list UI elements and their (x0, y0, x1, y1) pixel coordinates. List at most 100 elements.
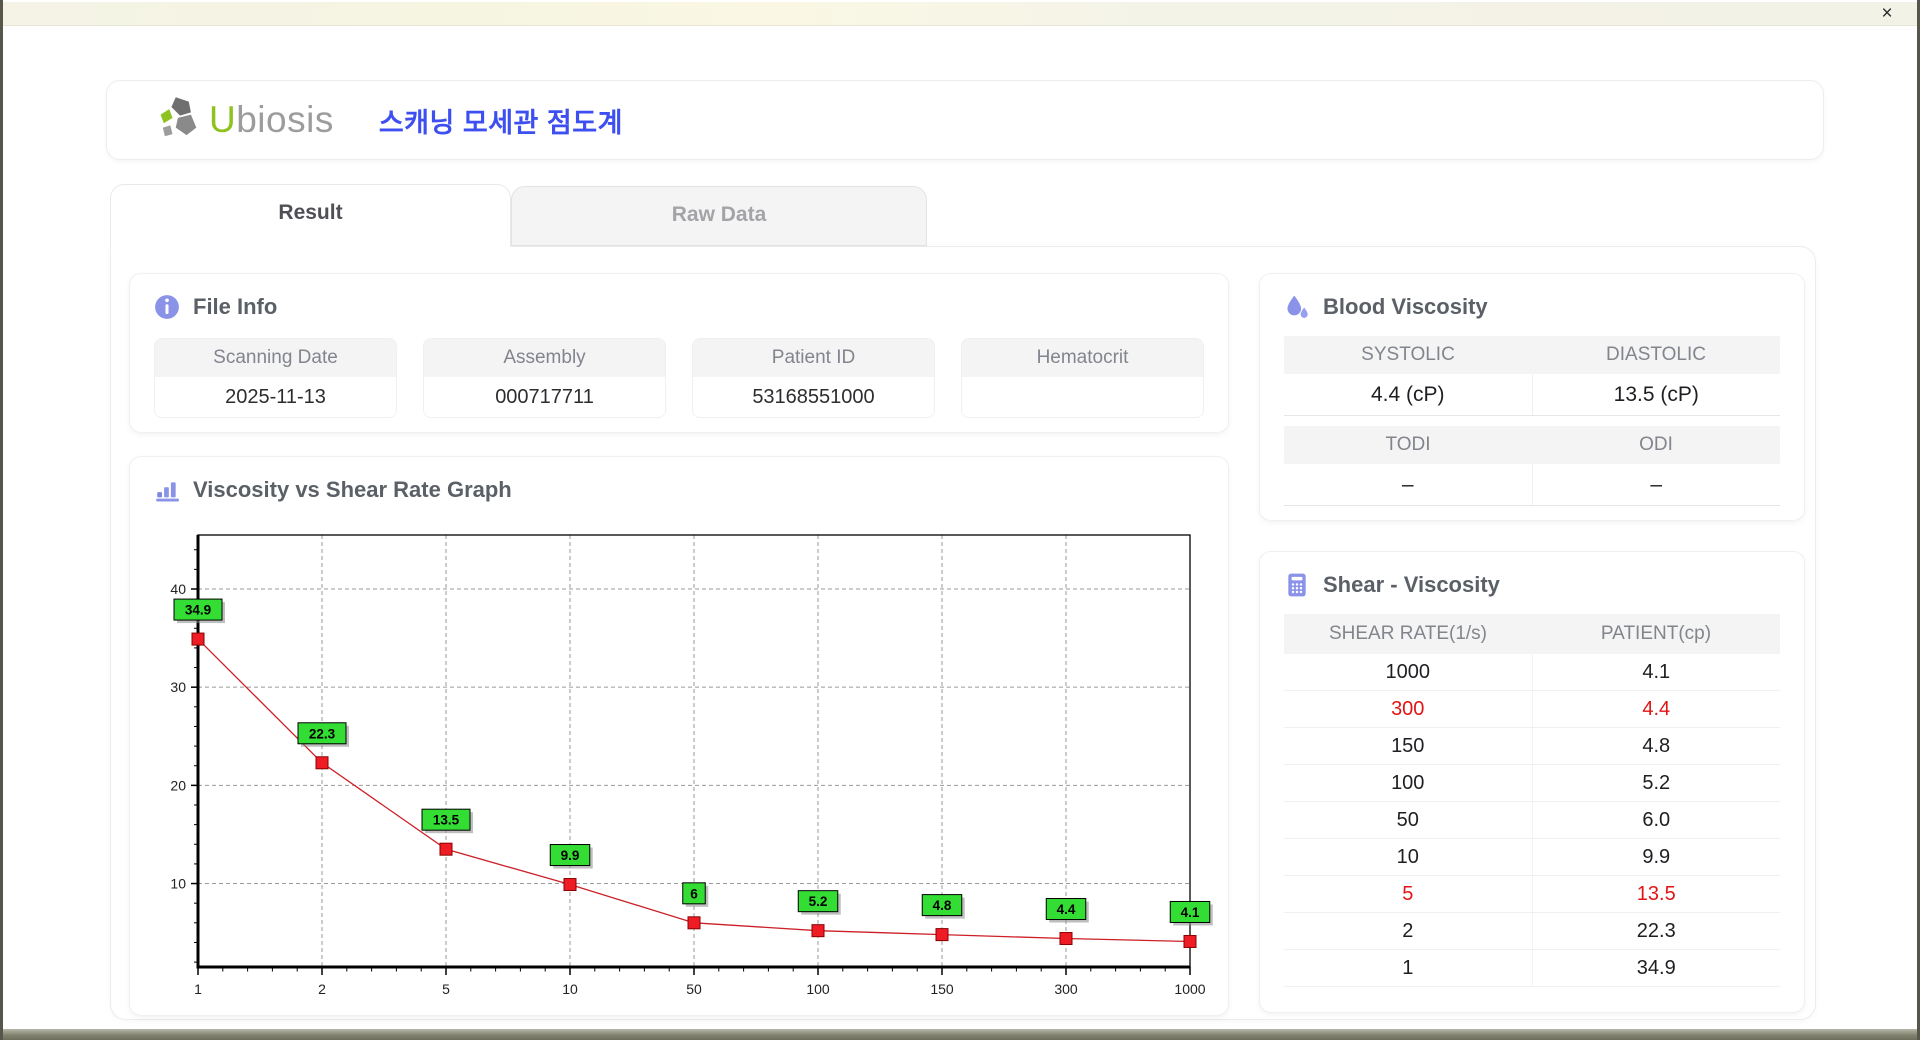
bar-chart-icon (156, 482, 179, 502)
sv-header-cell: PATIENT(cp) (1600, 623, 1712, 644)
point-label: 22.3 (309, 726, 336, 741)
x-tick-label: 2 (318, 981, 326, 997)
file-info-field: Patient ID 53168551000 (692, 338, 935, 418)
sv-header-row: SHEAR RATE(1/s) PATIENT(cp) (1284, 614, 1780, 654)
patient-value-cell: 9.9 (1642, 846, 1671, 868)
table-row: 1000 4.1 (1284, 654, 1780, 691)
point-label: 5.2 (809, 894, 828, 909)
x-tick-label: 5 (442, 981, 450, 997)
table-row: 50 6.0 (1284, 802, 1780, 839)
table-row: 300 4.4 (1284, 691, 1780, 728)
ubiosis-logo-icon (160, 97, 197, 137)
bv-header-cell: SYSTOLIC (1361, 344, 1455, 365)
file-info-card: File Info Scanning Date 2025-11-13 Assembl… (129, 273, 1229, 433)
file-info-field: Scanning Date 2025-11-13 (154, 338, 397, 418)
shear-rate-cell: 300 (1284, 691, 1533, 727)
x-tick-label: 300 (1054, 981, 1078, 997)
point-label: 13.5 (433, 813, 460, 828)
graph-title: Viscosity vs Shear Rate Graph (193, 477, 512, 502)
shear-rate-cell: 100 (1284, 765, 1533, 801)
field-value: 2025-11-13 (155, 377, 396, 417)
bv-header-cell: ODI (1639, 434, 1673, 455)
y-tick-label: 30 (170, 679, 186, 695)
shear-rate-cell: 2 (1284, 913, 1533, 949)
tab-raw-data[interactable]: Raw Data (511, 186, 927, 246)
file-info-field: Hematocrit (961, 338, 1204, 418)
x-tick-label: 100 (806, 981, 830, 997)
x-tick-label: 150 (930, 981, 954, 997)
patient-value-cell: 4.1 (1642, 661, 1671, 683)
table-row: 150 4.8 (1284, 728, 1780, 765)
window-bottom-border (3, 1029, 1917, 1040)
point-label: 34.9 (185, 603, 211, 618)
file-info-field: Assembly 000717711 (423, 338, 666, 418)
sv-header-cell: SHEAR RATE(1/s) (1328, 623, 1487, 644)
y-tick-label: 20 (170, 777, 186, 793)
bv-value-row: – – (1284, 464, 1780, 506)
point-label: 4.1 (1181, 905, 1200, 920)
chart-point (687, 916, 701, 930)
table-row: 5 13.5 (1284, 876, 1780, 913)
blood-viscosity-title: Blood Viscosity (1323, 294, 1488, 319)
field-label: Patient ID (693, 339, 934, 377)
chart-point (811, 924, 825, 938)
point-label: 9.9 (561, 848, 580, 863)
table-row: 2 22.3 (1284, 913, 1780, 950)
shear-rate-cell: 50 (1284, 802, 1533, 838)
shear-rate-cell: 1 (1284, 950, 1533, 986)
patient-value-cell: 6.0 (1642, 809, 1671, 831)
field-label: Hematocrit (962, 339, 1203, 377)
shear-rate-cell: 10 (1284, 839, 1533, 875)
file-info-fields: Scanning Date 2025-11-13 Assembly 000717711… (154, 338, 1204, 418)
bv-value-row: 4.4 (cP) 13.5 (cP) (1284, 374, 1780, 416)
table-row: 10 9.9 (1284, 839, 1780, 876)
ubiosis-logo: Ubiosis (153, 94, 334, 146)
field-label: Scanning Date (155, 339, 396, 377)
close-icon[interactable]: × (1875, 3, 1899, 25)
patient-value-cell: 22.3 (1636, 920, 1676, 942)
x-tick-label: 50 (686, 981, 702, 997)
patient-value-cell: 5.2 (1642, 772, 1671, 794)
shear-viscosity-table: SHEAR RATE(1/s) PATIENT(cp) 1000 4.1 300 4.4 1… (1284, 614, 1780, 987)
chart-point (191, 632, 205, 646)
logo-text: Ubiosis (209, 99, 334, 140)
y-tick-label: 10 (170, 876, 186, 892)
shear-viscosity-title: Shear - Viscosity (1323, 572, 1500, 597)
shear-rate-cell: 150 (1284, 728, 1533, 764)
bv-value-cell: – (1284, 464, 1533, 505)
x-tick-label: 10 (562, 981, 578, 997)
point-label: 4.8 (933, 898, 952, 913)
bv-header-row: TODI ODI (1284, 426, 1780, 464)
field-value: 53168551000 (693, 377, 934, 417)
point-label: 4.4 (1057, 902, 1076, 917)
bv-value-cell: 4.4 (cP) (1284, 374, 1533, 415)
app-window: × Ubiosis 스캐닝 모세관 점도계 Result Raw Data Fi… (0, 0, 1920, 1040)
bv-header-cell: DIASTOLIC (1606, 344, 1706, 365)
patient-value-cell: 4.8 (1642, 735, 1671, 757)
y-tick-label: 40 (170, 581, 186, 597)
result-panel: File Info Scanning Date 2025-11-13 Assembl… (110, 246, 1816, 1020)
x-tick-label: 1000 (1174, 981, 1205, 997)
chart-point (315, 756, 329, 770)
file-info-title: File Info (193, 294, 278, 319)
field-value: 000717711 (424, 377, 665, 417)
table-row: 100 5.2 (1284, 765, 1780, 802)
shear-viscosity-card: Shear - Viscosity SHEAR RATE(1/s) PATIENT… (1259, 551, 1805, 1013)
field-label: Assembly (424, 339, 665, 377)
page-title: 스캐닝 모세관 점도계 (378, 107, 623, 138)
x-tick-label: 1 (194, 981, 202, 997)
patient-value-cell: 34.9 (1636, 957, 1676, 979)
bv-value-cell: 13.5 (cP) (1613, 383, 1699, 406)
patient-value-cell: 13.5 (1636, 883, 1676, 905)
patient-value-cell: 4.4 (1642, 698, 1671, 720)
tab-result[interactable]: Result (110, 184, 511, 247)
chart-point (1183, 934, 1197, 948)
droplet-icon (1287, 295, 1308, 318)
chart-point (935, 928, 949, 942)
info-icon (155, 295, 179, 319)
chart-point (563, 878, 577, 892)
blood-viscosity-card: Blood Viscosity SYSTOLIC DIASTOLIC 4.4 (cP… (1259, 273, 1805, 521)
bv-header-cell: TODI (1385, 434, 1431, 455)
table-row: 1 34.9 (1284, 950, 1780, 987)
calculator-icon (1288, 573, 1306, 597)
